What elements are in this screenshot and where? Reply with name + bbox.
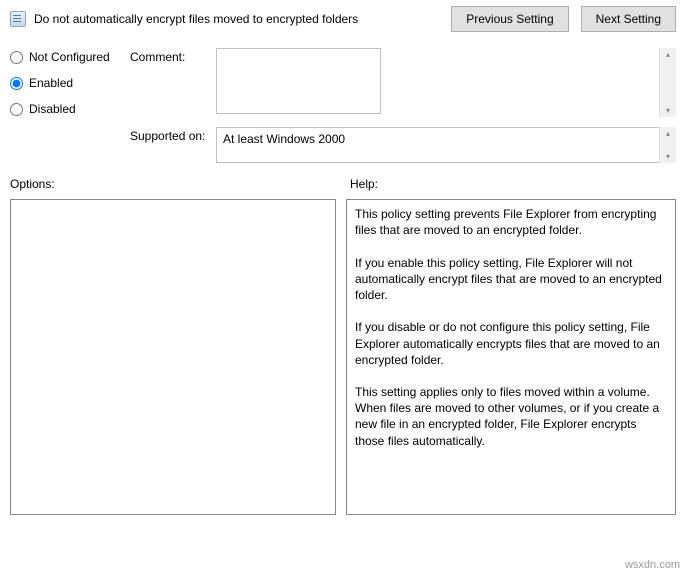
watermark: wsxdn.com [625,559,680,571]
header-row: Do not automatically encrypt files moved… [0,0,686,40]
previous-setting-button[interactable]: Previous Setting [451,6,568,32]
options-label: Options: [10,177,350,191]
policy-title: Do not automatically encrypt files moved… [34,12,431,26]
radio-enabled-input[interactable] [10,77,23,90]
supported-row: Supported on: At least Windows 2000 ▴ ▾ [130,127,676,163]
supported-scrollbar[interactable]: ▴ ▾ [659,127,676,163]
radio-not-configured[interactable]: Not Configured [10,50,130,64]
chevron-down-icon: ▾ [666,106,670,115]
comment-scrollbar[interactable]: ▴ ▾ [659,48,676,117]
radio-disabled-input[interactable] [10,103,23,116]
section-labels: Options: Help: [0,163,686,195]
next-setting-button[interactable]: Next Setting [581,6,676,32]
radio-disabled-label: Disabled [29,102,76,116]
radio-not-configured-label: Not Configured [29,50,110,64]
state-radio-group: Not Configured Enabled Disabled [10,48,130,163]
radio-enabled[interactable]: Enabled [10,76,130,90]
field-column: Comment: ▴ ▾ Supported on: At least Wind… [130,48,676,163]
supported-label: Supported on: [130,127,216,143]
config-row: Not Configured Enabled Disabled Comment:… [0,40,686,163]
radio-enabled-label: Enabled [29,76,73,90]
radio-not-configured-input[interactable] [10,51,23,64]
help-label: Help: [350,177,378,191]
supported-on-value: At least Windows 2000 [216,127,676,163]
chevron-down-icon: ▾ [666,152,670,161]
chevron-up-icon: ▴ [666,129,670,138]
options-panel [10,199,336,515]
chevron-up-icon: ▴ [666,50,670,59]
comment-input[interactable] [216,48,381,114]
comment-label: Comment: [130,48,216,64]
panels-row: This policy setting prevents File Explor… [0,195,686,525]
help-panel: This policy setting prevents File Explor… [346,199,676,515]
policy-icon [10,11,26,27]
comment-row: Comment: ▴ ▾ [130,48,676,117]
radio-disabled[interactable]: Disabled [10,102,130,116]
nav-buttons: Previous Setting Next Setting [451,6,676,32]
